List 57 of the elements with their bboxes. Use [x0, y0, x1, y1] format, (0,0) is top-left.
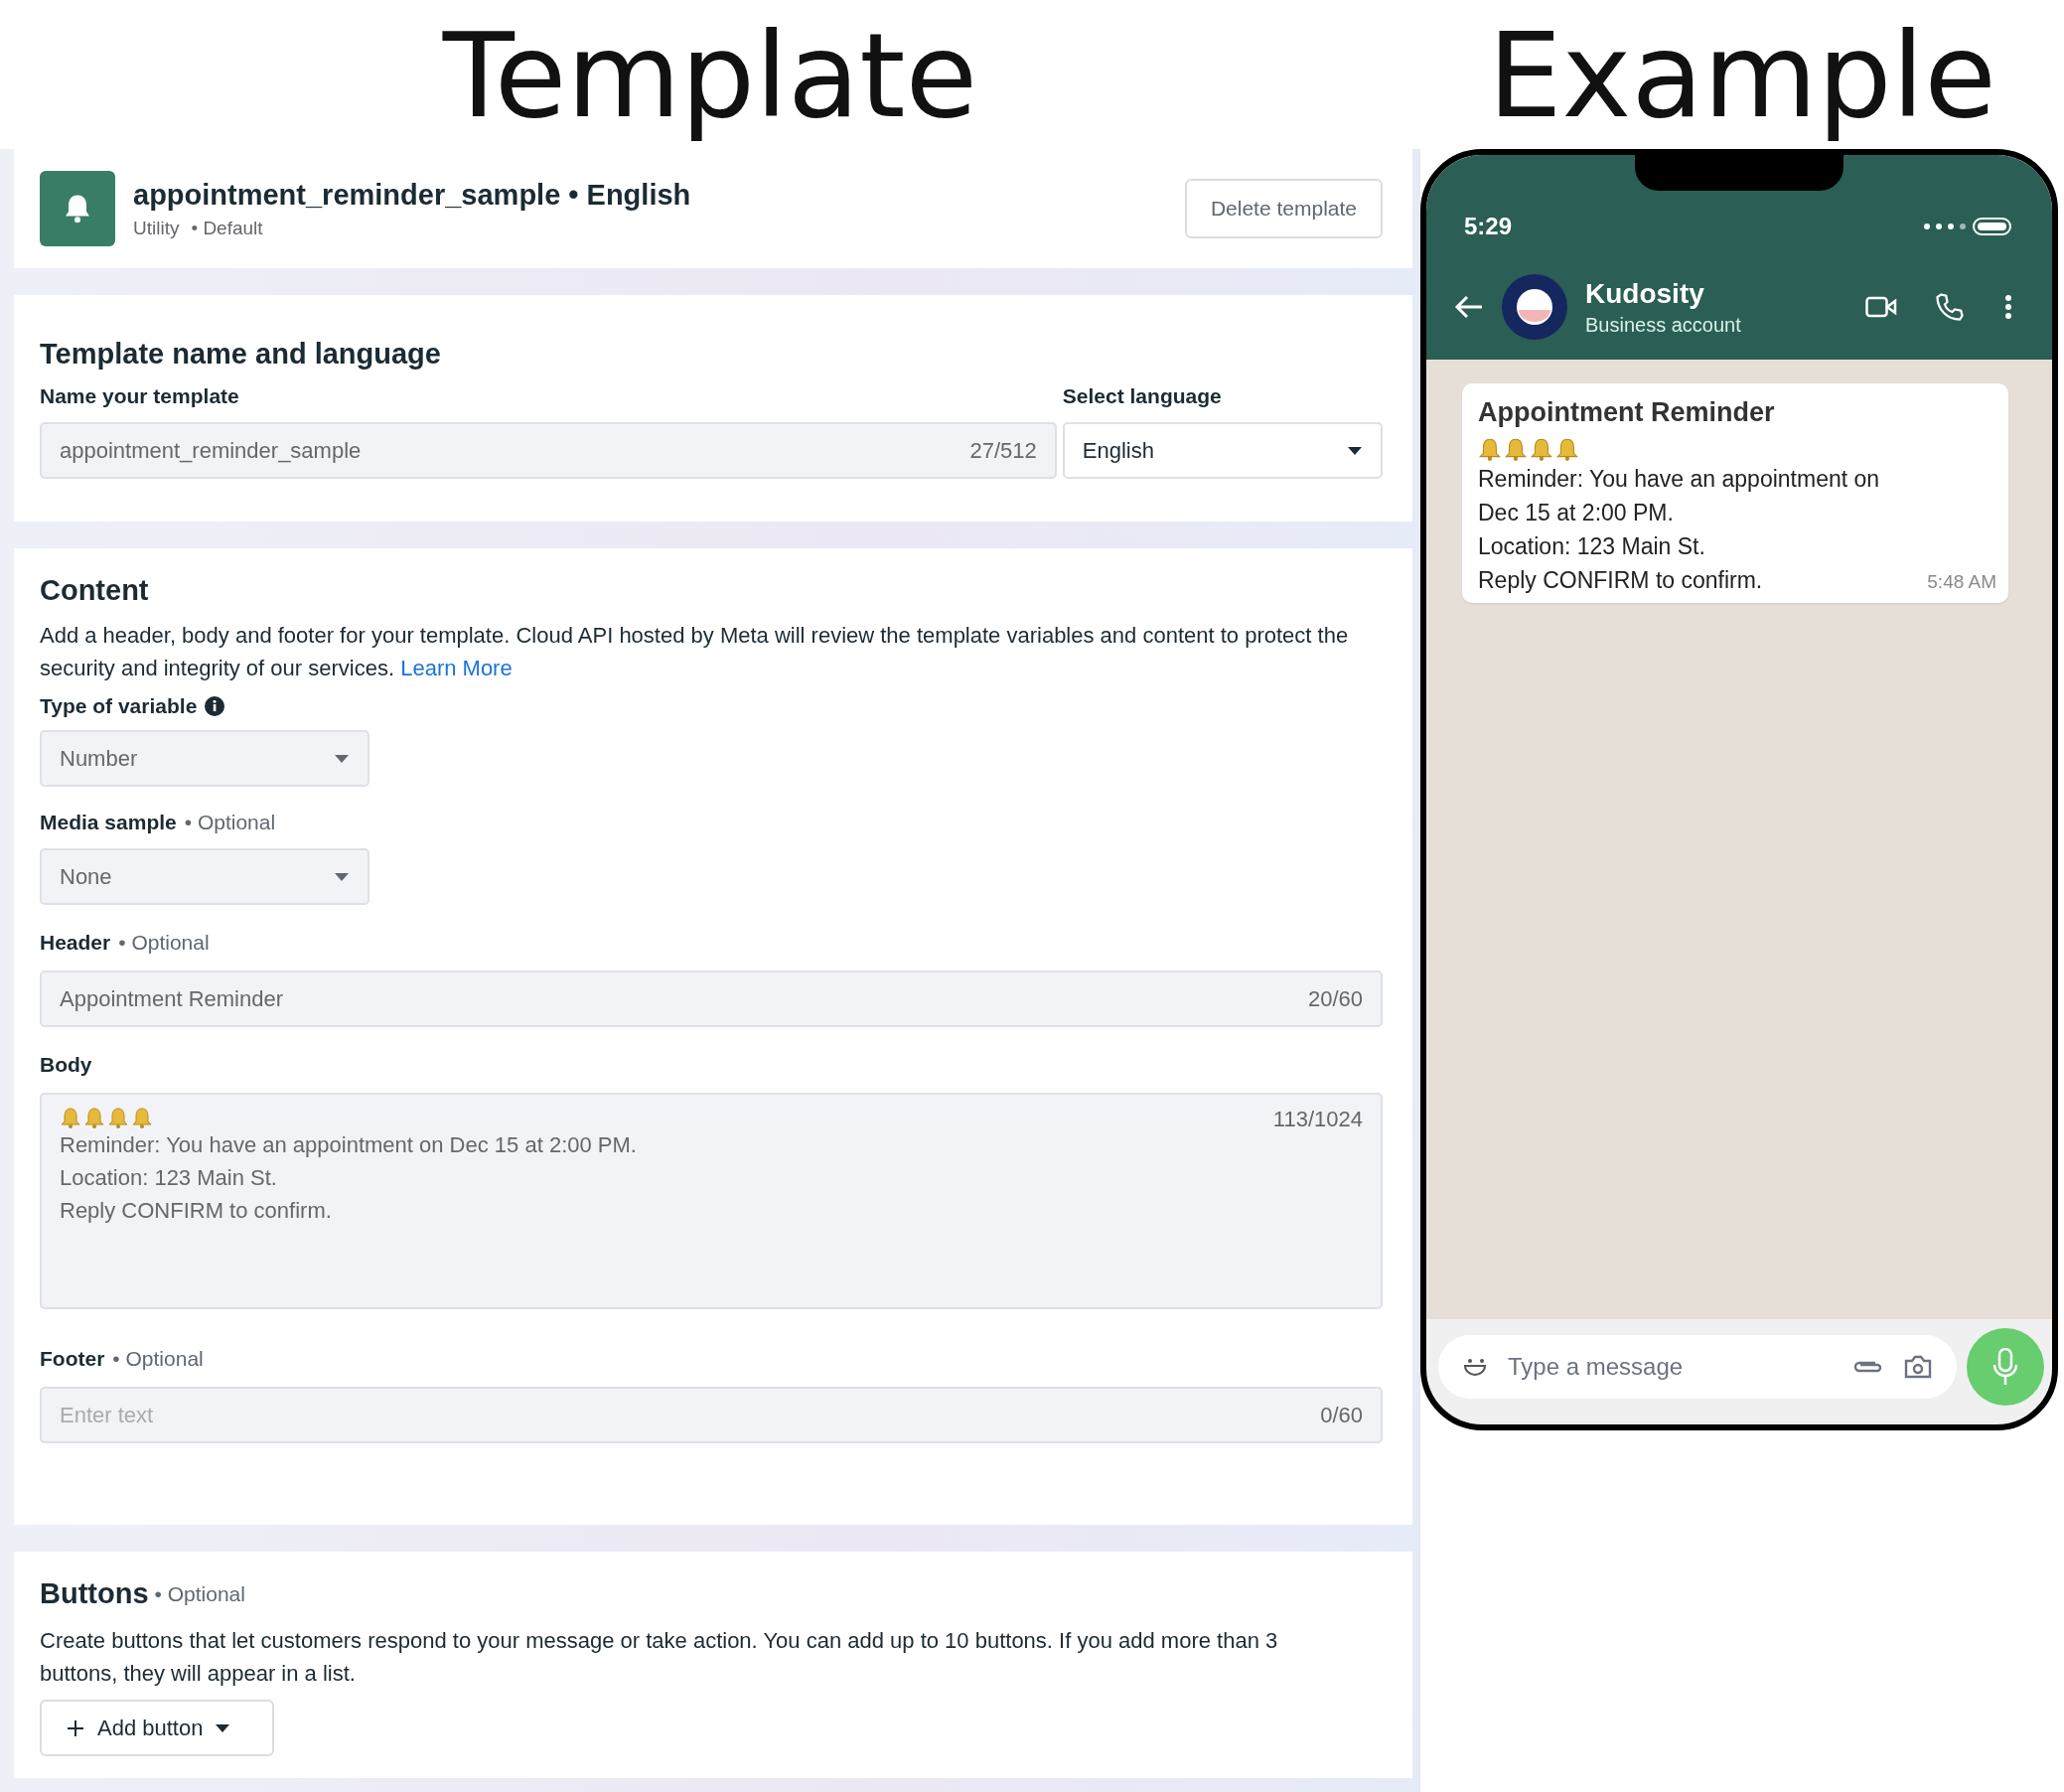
plus-icon [66, 1717, 85, 1738]
section-heading: Buttons [40, 1577, 149, 1610]
more-options-icon[interactable] [2004, 294, 2012, 320]
add-button[interactable]: Add button [40, 1700, 274, 1756]
contact-subtitle: Business account [1585, 313, 1742, 337]
default-tag: • Default [191, 217, 263, 239]
phone-call-icon[interactable] [1935, 292, 1965, 322]
message-text: Reply CONFIRM to confirm. [1478, 566, 1763, 595]
header-input-field[interactable]: Appointment Reminder 20/60 [40, 971, 1383, 1027]
caret-icon [334, 753, 350, 764]
message-time: 5:48 AM [1927, 571, 1996, 593]
optional-label: • Optional [118, 931, 210, 955]
emoji-icon [1462, 1357, 1488, 1377]
media-sample-dropdown[interactable]: None [40, 848, 369, 905]
message-title: Appointment Reminder [1478, 397, 1776, 428]
avatar [1502, 274, 1567, 340]
variable-type-dropdown[interactable]: Number [40, 730, 369, 787]
info-icon [205, 696, 225, 716]
body-text-area[interactable]: Reminder: You have an appointment on Dec 15 at 2:00 PM. Location: 123 Main St. Reply CONFIRM to confirm. 113/1024 [40, 1093, 1383, 1309]
field-label: Media sample [40, 811, 177, 834]
caret-icon [1347, 445, 1363, 456]
buttons-description: Create buttons that let customers respond to your message or take action. You can add up to 10 buttons. If you add more than 3 buttons, they will appear in a list. [40, 1627, 1279, 1688]
template-name: appointment_reminder_sample • English [133, 178, 692, 212]
section-title: Template [442, 5, 978, 146]
footer-input-field[interactable]: Enter text 0/60 [40, 1387, 1383, 1443]
optional-label: • Optional [112, 1347, 204, 1371]
category-label: Utility [133, 217, 180, 239]
optional-label: • Optional [154, 1581, 245, 1606]
message-text: Reminder: You have an appointment on [1478, 465, 1880, 494]
microphone-icon [1992, 1348, 2018, 1386]
optional-label: • Optional [184, 811, 276, 834]
bell-icon [40, 171, 115, 246]
learn-more-link[interactable]: Learn More [400, 656, 513, 680]
field-label: Name your template [40, 384, 239, 408]
message-text: Dec 15 at 2:00 PM. [1478, 499, 1674, 527]
field-label: Body [40, 1053, 92, 1077]
video-call-icon[interactable] [1865, 296, 1897, 318]
field-label: Select language [1062, 384, 1222, 408]
battery-icon [1921, 217, 2012, 236]
field-label: Footer [40, 1347, 105, 1371]
section-title: Example [1488, 5, 1996, 146]
section-heading: Content [40, 574, 150, 607]
language-dropdown[interactable]: English [1062, 422, 1383, 479]
delete-template-button[interactable]: Delete template [1184, 179, 1383, 238]
content-description: Add a header, body and footer for your template. Cloud API hosted by Meta will review the template variables and content to protect the security and integrity of our services. Learn More [40, 622, 1350, 682]
message-input-field[interactable]: Type a message [1438, 1335, 1957, 1399]
contact-name: Kudosity [1585, 277, 1705, 310]
field-label: Header [40, 931, 111, 955]
back-arrow-icon[interactable] [1454, 294, 1484, 320]
field-label: Type of variable [40, 694, 198, 718]
section-heading: Template name and language [40, 338, 442, 371]
message-text: Location: 123 Main St. [1478, 532, 1705, 561]
status-time: 5:29 [1464, 213, 1513, 240]
camera-icon[interactable] [1903, 1354, 1933, 1380]
caret-icon [334, 871, 350, 882]
name-input-field[interactable]: appointment_reminder_sample 27/512 [40, 422, 1057, 479]
caret-icon [215, 1722, 231, 1733]
